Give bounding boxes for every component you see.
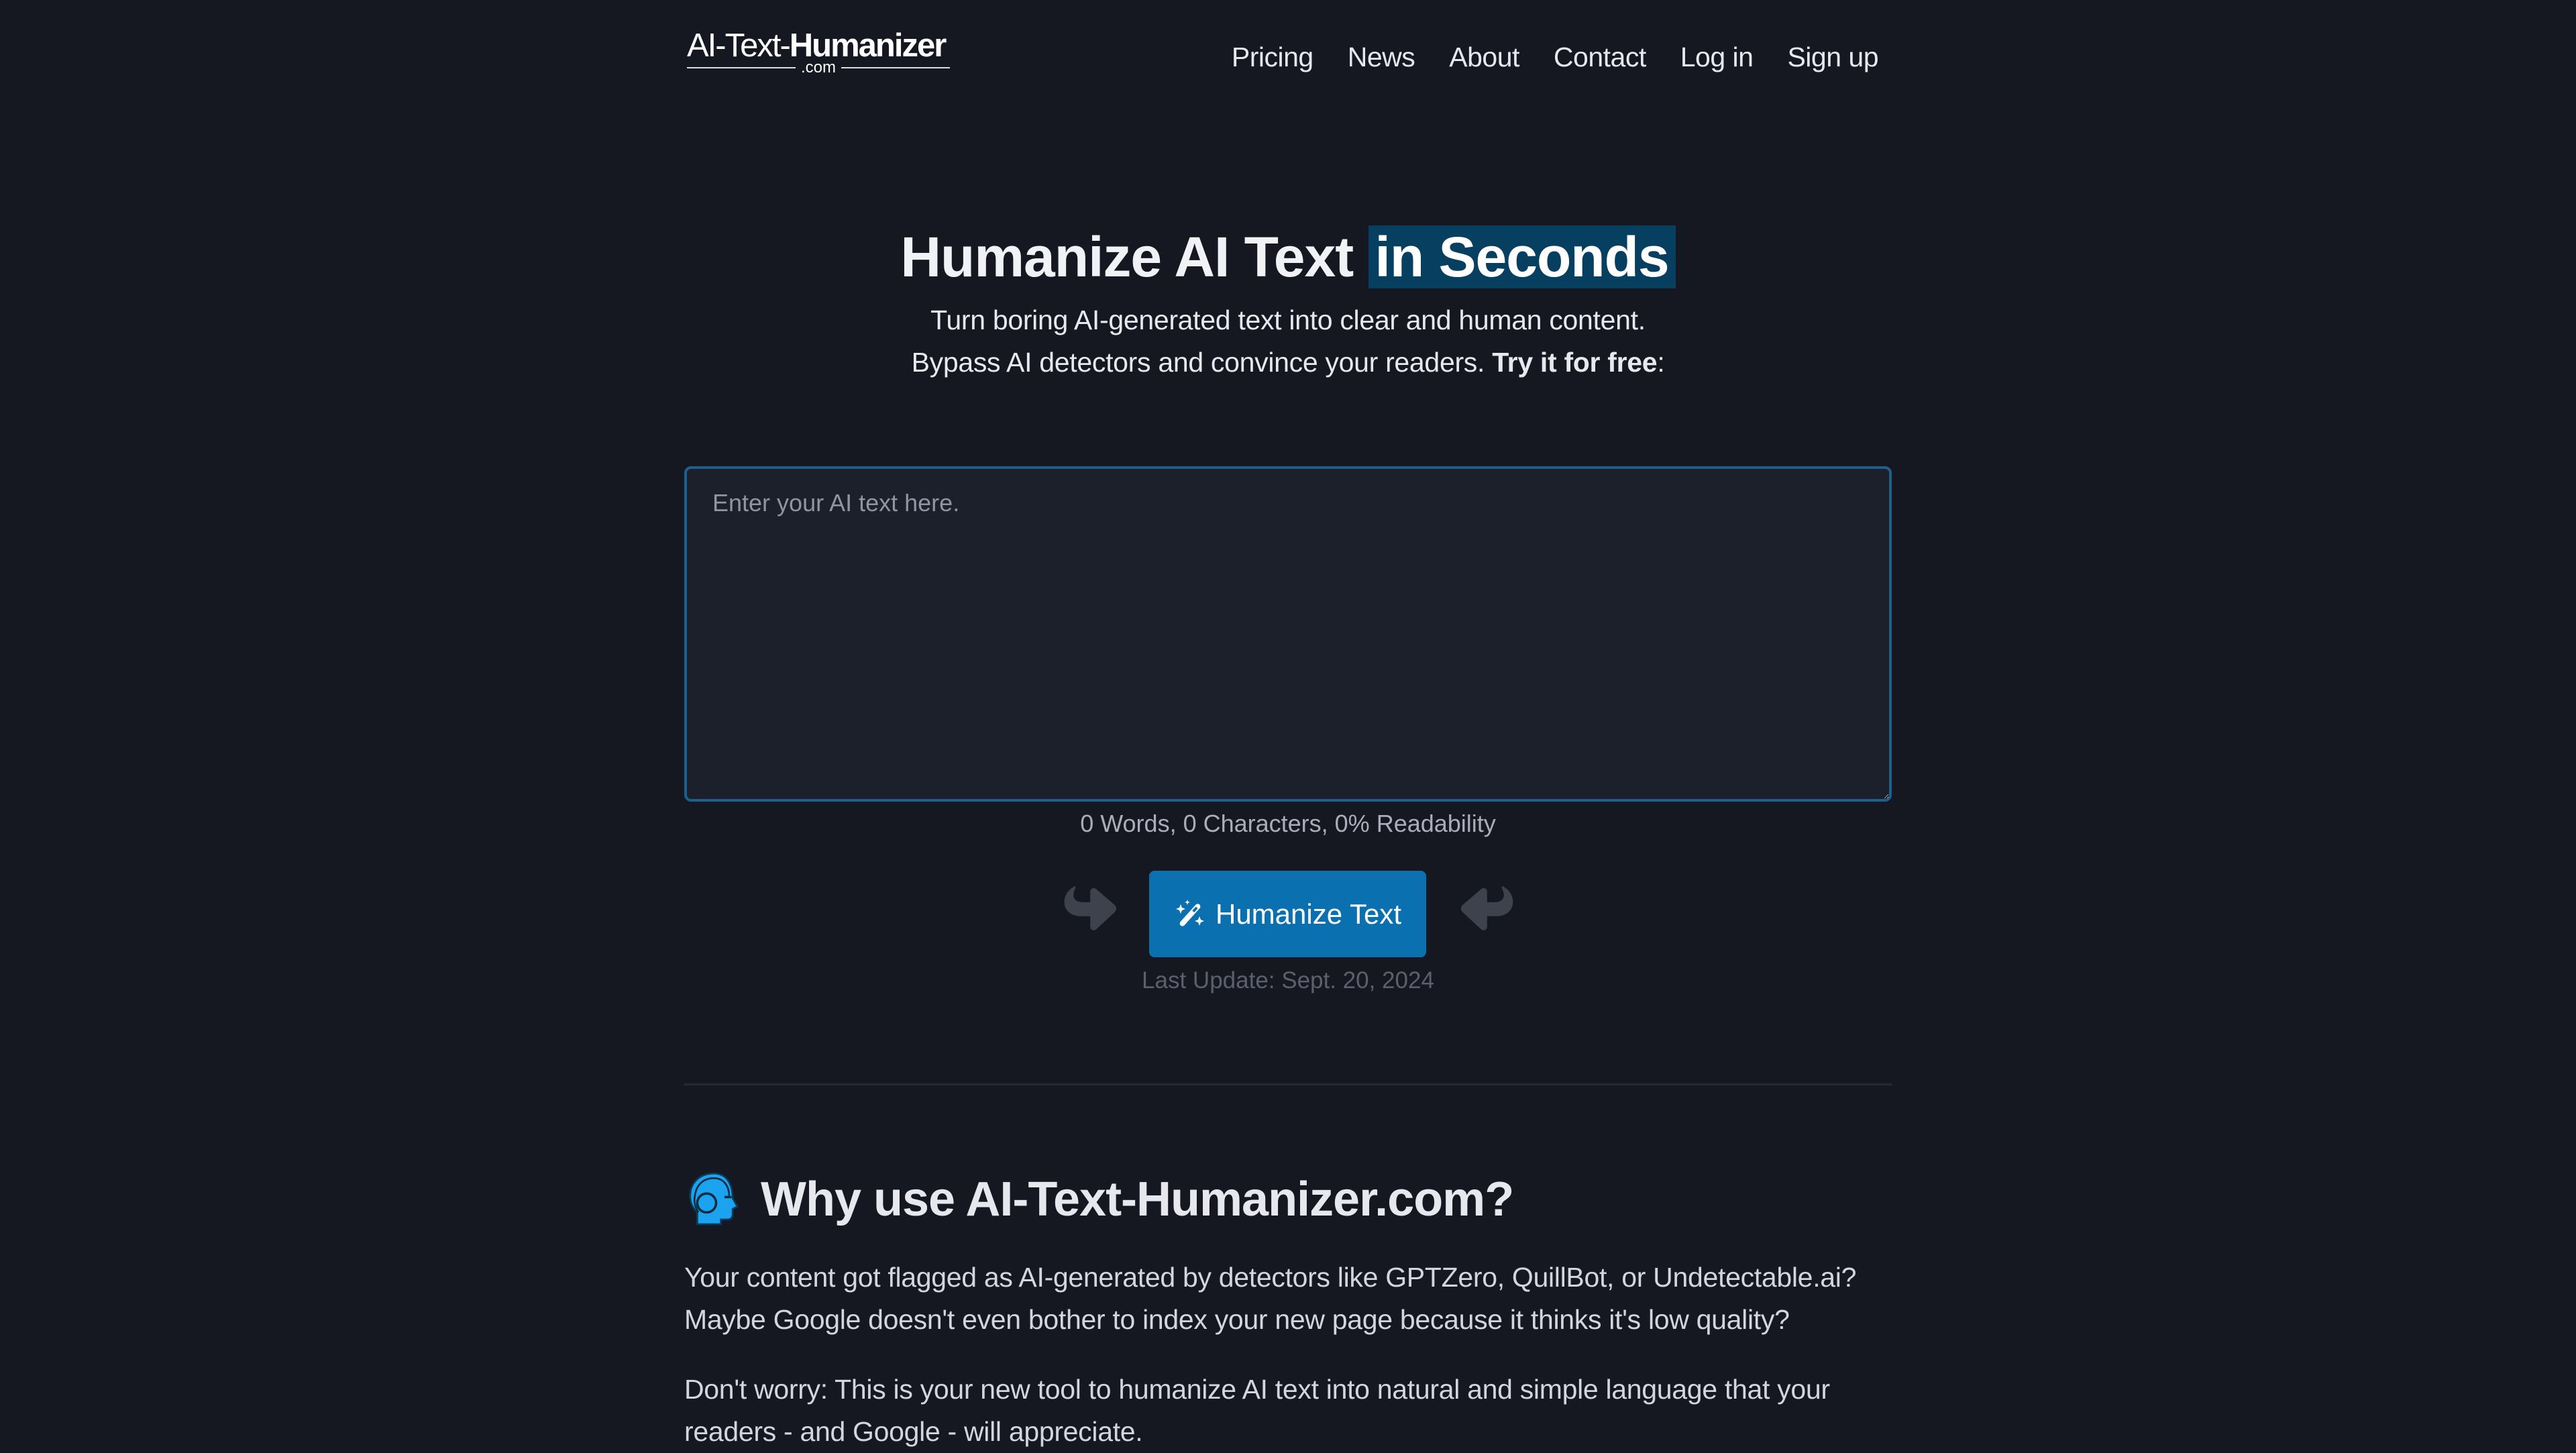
nav-about[interactable]: About	[1449, 39, 1519, 75]
hero-subtitle-line1: Turn boring AI-generated text into clear…	[930, 305, 1646, 335]
humanize-button-label: Humanize Text	[1215, 898, 1402, 930]
curved-arrow-left-icon	[1460, 886, 1513, 930]
why-title: Why use AI-Text-Humanizer.com?	[761, 1173, 1514, 1226]
human-head-icon	[689, 1172, 739, 1226]
section-divider	[684, 1083, 1892, 1085]
logo-suffix: .com	[801, 58, 837, 76]
hero-subtitle-text: Bypass AI detectors and convince your re…	[911, 347, 1493, 378]
logo-rule-left	[687, 67, 796, 68]
hero-subtitle: Turn boring AI-generated text into clear…	[684, 299, 1892, 384]
main-nav: Pricing News About Contact Log in Sign u…	[1232, 39, 1879, 75]
text-stats: 0 Words, 0 Characters, 0% Readability	[1080, 810, 1496, 837]
hero-colon: :	[1657, 347, 1665, 378]
nav-contact[interactable]: Contact	[1554, 39, 1646, 75]
ai-text-input[interactable]	[684, 466, 1892, 802]
nav-signup[interactable]: Sign up	[1787, 39, 1878, 75]
why-heading: Why use AI-Text-Humanizer.com?	[684, 1167, 1514, 1232]
curved-arrow-right-icon	[1064, 886, 1117, 930]
nav-pricing[interactable]: Pricing	[1232, 39, 1313, 75]
editor-wrapper	[684, 466, 1892, 802]
hero-subtitle-line2: Bypass AI detectors and convince your re…	[684, 341, 1892, 384]
hero-cta-text: Try it for free	[1492, 347, 1658, 378]
magic-wand-icon	[1175, 899, 1204, 926]
hero-title-plain: Humanize AI Text	[900, 225, 1368, 288]
humanize-text-button[interactable]: Humanize Text	[1149, 871, 1426, 957]
logo-suffix-row: .com	[687, 58, 951, 76]
why-paragraph-2: Don't worry: This is your new tool to hu…	[684, 1374, 1830, 1447]
last-update: Last Update: Sept. 20, 2024	[1142, 967, 1434, 993]
why-paragraph-1: Your content got flagged as AI-generated…	[684, 1262, 1857, 1335]
logo-part1: AI-Text-	[687, 28, 791, 64]
nav-news[interactable]: News	[1348, 39, 1415, 75]
logo-rule-right	[841, 67, 951, 68]
hero-title: Humanize AI Text in Seconds	[684, 220, 1892, 294]
nav-login[interactable]: Log in	[1680, 39, 1754, 75]
hero-title-highlight: in Seconds	[1368, 225, 1676, 288]
site-logo[interactable]: AI-Text-Humanizer .com	[687, 25, 951, 76]
